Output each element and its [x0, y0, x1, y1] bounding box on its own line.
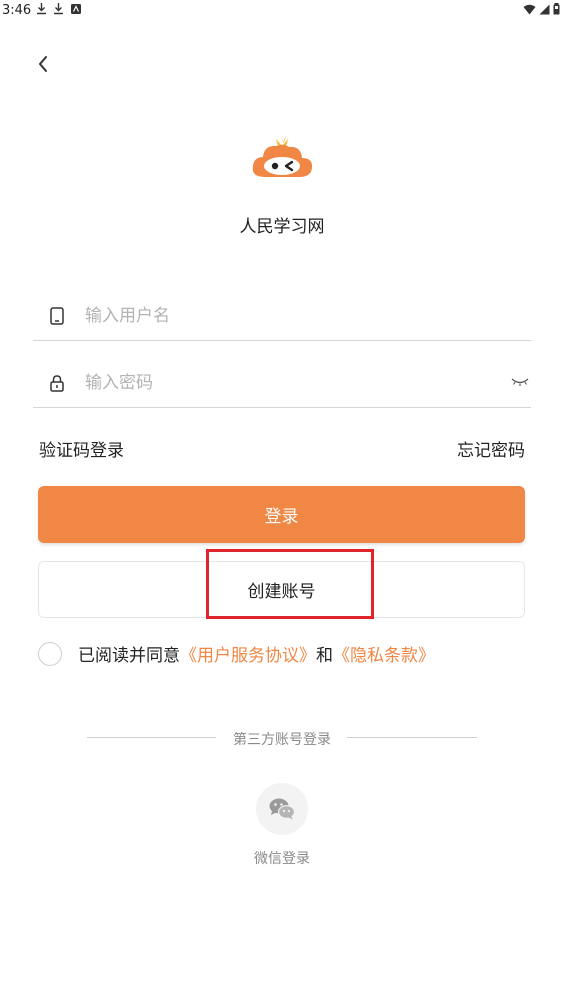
status-icons-left — [36, 2, 82, 15]
signal-icon — [539, 4, 550, 14]
wechat-login-button[interactable] — [256, 783, 308, 835]
wechat-icon — [269, 798, 296, 820]
third-party-heading: 第三方账号登录 — [233, 732, 331, 748]
wechat-login-label: 微信登录 — [254, 851, 310, 867]
status-time: 3:46 — [2, 3, 32, 18]
download-icon — [54, 3, 63, 15]
user-agreement-link[interactable]: 《用户服务协议》 — [180, 646, 316, 666]
code-login-link[interactable]: 验证码登录 — [39, 436, 124, 461]
app-name: 人民学习网 — [239, 217, 325, 237]
privacy-link[interactable]: 《隐私条款》 — [333, 646, 435, 666]
status-icons-right — [523, 3, 560, 15]
eye-closed-icon[interactable] — [511, 375, 529, 387]
battery-icon — [553, 3, 560, 15]
password-field — [33, 357, 531, 408]
phone-icon — [50, 307, 64, 325]
lock-icon — [50, 375, 64, 392]
app-logo — [247, 133, 317, 183]
agreement-text: 已阅读并同意《用户服务协议》和《隐私条款》 — [78, 641, 435, 666]
notification-icon — [71, 3, 81, 14]
username-field — [33, 290, 531, 341]
back-arrow-icon — [39, 56, 47, 72]
login-button[interactable]: 登录 — [38, 486, 525, 543]
password-input[interactable] — [83, 367, 487, 399]
agreement-prefix: 已阅读并同意 — [78, 646, 180, 666]
create-account-button[interactable]: 创建账号 — [38, 561, 525, 618]
agree-checkbox[interactable] — [38, 642, 62, 666]
download-icon — [37, 3, 46, 15]
wifi-icon — [523, 4, 536, 14]
forgot-password-link[interactable]: 忘记密码 — [457, 436, 525, 461]
username-input[interactable] — [83, 300, 487, 332]
back-button[interactable] — [30, 50, 56, 78]
agreement-and: 和 — [316, 646, 333, 666]
